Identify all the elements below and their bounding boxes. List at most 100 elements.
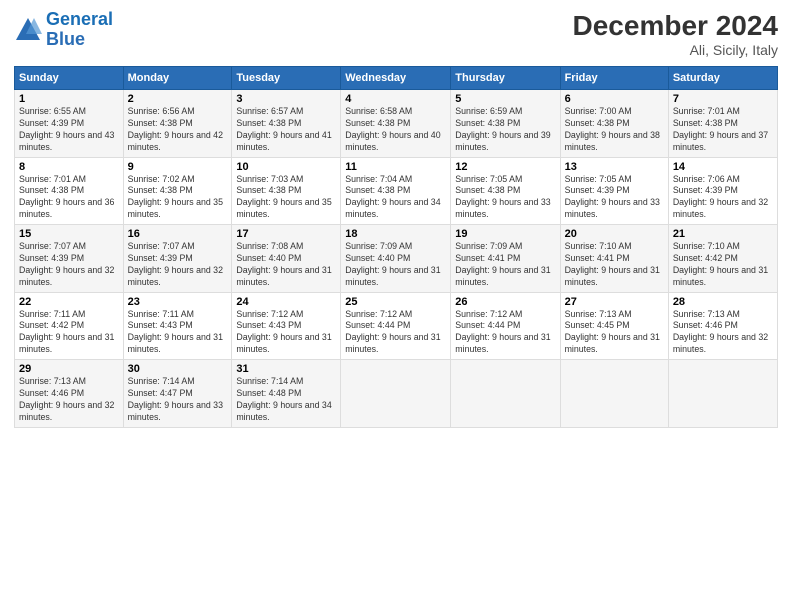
sunset-label: Sunset: 4:38 PM — [128, 185, 193, 195]
sunset-label: Sunset: 4:38 PM — [455, 185, 520, 195]
daylight-label: Daylight: 9 hours and 34 minutes. — [236, 400, 331, 422]
day-number: 5 — [455, 93, 555, 105]
daylight-label: Daylight: 9 hours and 39 minutes. — [455, 130, 550, 152]
col-header-saturday: Saturday — [668, 67, 777, 90]
day-number: 31 — [236, 363, 336, 375]
sunset-label: Sunset: 4:39 PM — [19, 253, 84, 263]
calendar-cell: 13 Sunrise: 7:05 AM Sunset: 4:39 PM Dayl… — [560, 157, 668, 225]
sunset-label: Sunset: 4:38 PM — [345, 118, 410, 128]
sunrise-label: Sunrise: 6:59 AM — [455, 106, 522, 116]
calendar-cell: 31 Sunrise: 7:14 AM Sunset: 4:48 PM Dayl… — [232, 360, 341, 428]
day-info: Sunrise: 7:12 AM Sunset: 4:43 PM Dayligh… — [236, 309, 336, 357]
calendar-cell: 7 Sunrise: 7:01 AM Sunset: 4:38 PM Dayli… — [668, 90, 777, 158]
calendar-cell: 1 Sunrise: 6:55 AM Sunset: 4:39 PM Dayli… — [15, 90, 124, 158]
calendar-cell — [560, 360, 668, 428]
calendar-cell: 26 Sunrise: 7:12 AM Sunset: 4:44 PM Dayl… — [451, 292, 560, 360]
day-number: 19 — [455, 228, 555, 240]
sunset-label: Sunset: 4:41 PM — [565, 253, 630, 263]
page: General Blue December 2024 Ali, Sicily, … — [0, 0, 792, 612]
day-number: 28 — [673, 296, 773, 308]
sunset-label: Sunset: 4:48 PM — [236, 388, 301, 398]
sunrise-label: Sunrise: 7:08 AM — [236, 241, 303, 251]
calendar-cell: 21 Sunrise: 7:10 AM Sunset: 4:42 PM Dayl… — [668, 225, 777, 293]
logo-icon — [14, 16, 42, 44]
day-info: Sunrise: 7:14 AM Sunset: 4:48 PM Dayligh… — [236, 376, 336, 424]
sunrise-label: Sunrise: 7:11 AM — [19, 309, 85, 319]
daylight-label: Daylight: 9 hours and 42 minutes. — [128, 130, 223, 152]
sunrise-label: Sunrise: 7:11 AM — [128, 309, 194, 319]
daylight-label: Daylight: 9 hours and 32 minutes. — [19, 400, 114, 422]
sunset-label: Sunset: 4:40 PM — [236, 253, 301, 263]
col-header-sunday: Sunday — [15, 67, 124, 90]
sunrise-label: Sunrise: 7:12 AM — [345, 309, 412, 319]
sunrise-label: Sunrise: 7:14 AM — [128, 376, 195, 386]
sunrise-label: Sunrise: 6:56 AM — [128, 106, 195, 116]
daylight-label: Daylight: 9 hours and 32 minutes. — [673, 197, 768, 219]
sunset-label: Sunset: 4:43 PM — [236, 320, 301, 330]
calendar-cell — [341, 360, 451, 428]
col-header-monday: Monday — [123, 67, 232, 90]
title-area: December 2024 Ali, Sicily, Italy — [573, 10, 778, 58]
sunset-label: Sunset: 4:38 PM — [455, 118, 520, 128]
sunset-label: Sunset: 4:40 PM — [345, 253, 410, 263]
day-info: Sunrise: 7:11 AM Sunset: 4:42 PM Dayligh… — [19, 309, 119, 357]
day-info: Sunrise: 7:05 AM Sunset: 4:39 PM Dayligh… — [565, 174, 664, 222]
day-info: Sunrise: 7:06 AM Sunset: 4:39 PM Dayligh… — [673, 174, 773, 222]
calendar-cell: 29 Sunrise: 7:13 AM Sunset: 4:46 PM Dayl… — [15, 360, 124, 428]
logo-line1: General — [46, 9, 113, 29]
day-number: 18 — [345, 228, 446, 240]
day-number: 15 — [19, 228, 119, 240]
day-number: 29 — [19, 363, 119, 375]
day-info: Sunrise: 7:01 AM Sunset: 4:38 PM Dayligh… — [673, 106, 773, 154]
day-number: 14 — [673, 161, 773, 173]
daylight-label: Daylight: 9 hours and 31 minutes. — [236, 265, 331, 287]
calendar-cell — [668, 360, 777, 428]
day-number: 21 — [673, 228, 773, 240]
sunrise-label: Sunrise: 7:07 AM — [19, 241, 86, 251]
day-info: Sunrise: 7:12 AM Sunset: 4:44 PM Dayligh… — [345, 309, 446, 357]
day-number: 20 — [565, 228, 664, 240]
sunrise-label: Sunrise: 7:02 AM — [128, 174, 195, 184]
sunrise-label: Sunrise: 7:03 AM — [236, 174, 303, 184]
week-row-2: 8 Sunrise: 7:01 AM Sunset: 4:38 PM Dayli… — [15, 157, 778, 225]
sunset-label: Sunset: 4:41 PM — [455, 253, 520, 263]
day-info: Sunrise: 6:58 AM Sunset: 4:38 PM Dayligh… — [345, 106, 446, 154]
day-info: Sunrise: 6:56 AM Sunset: 4:38 PM Dayligh… — [128, 106, 228, 154]
day-info: Sunrise: 6:57 AM Sunset: 4:38 PM Dayligh… — [236, 106, 336, 154]
calendar-cell: 15 Sunrise: 7:07 AM Sunset: 4:39 PM Dayl… — [15, 225, 124, 293]
sunrise-label: Sunrise: 7:09 AM — [455, 241, 522, 251]
daylight-label: Daylight: 9 hours and 38 minutes. — [565, 130, 660, 152]
col-header-thursday: Thursday — [451, 67, 560, 90]
day-number: 9 — [128, 161, 228, 173]
day-number: 8 — [19, 161, 119, 173]
daylight-label: Daylight: 9 hours and 34 minutes. — [345, 197, 440, 219]
daylight-label: Daylight: 9 hours and 37 minutes. — [673, 130, 768, 152]
calendar-cell: 17 Sunrise: 7:08 AM Sunset: 4:40 PM Dayl… — [232, 225, 341, 293]
col-header-friday: Friday — [560, 67, 668, 90]
day-number: 17 — [236, 228, 336, 240]
sunset-label: Sunset: 4:44 PM — [345, 320, 410, 330]
daylight-label: Daylight: 9 hours and 33 minutes. — [455, 197, 550, 219]
week-row-3: 15 Sunrise: 7:07 AM Sunset: 4:39 PM Dayl… — [15, 225, 778, 293]
day-info: Sunrise: 7:04 AM Sunset: 4:38 PM Dayligh… — [345, 174, 446, 222]
day-info: Sunrise: 7:07 AM Sunset: 4:39 PM Dayligh… — [19, 241, 119, 289]
day-number: 27 — [565, 296, 664, 308]
day-info: Sunrise: 7:13 AM Sunset: 4:46 PM Dayligh… — [673, 309, 773, 357]
col-header-wednesday: Wednesday — [341, 67, 451, 90]
daylight-label: Daylight: 9 hours and 31 minutes. — [455, 265, 550, 287]
day-info: Sunrise: 7:12 AM Sunset: 4:44 PM Dayligh… — [455, 309, 555, 357]
daylight-label: Daylight: 9 hours and 31 minutes. — [345, 265, 440, 287]
day-info: Sunrise: 7:08 AM Sunset: 4:40 PM Dayligh… — [236, 241, 336, 289]
sunset-label: Sunset: 4:46 PM — [19, 388, 84, 398]
calendar-cell: 6 Sunrise: 7:00 AM Sunset: 4:38 PM Dayli… — [560, 90, 668, 158]
sunrise-label: Sunrise: 7:10 AM — [565, 241, 632, 251]
week-row-5: 29 Sunrise: 7:13 AM Sunset: 4:46 PM Dayl… — [15, 360, 778, 428]
daylight-label: Daylight: 9 hours and 31 minutes. — [565, 332, 660, 354]
week-row-1: 1 Sunrise: 6:55 AM Sunset: 4:39 PM Dayli… — [15, 90, 778, 158]
day-number: 11 — [345, 161, 446, 173]
sunset-label: Sunset: 4:38 PM — [236, 118, 301, 128]
daylight-label: Daylight: 9 hours and 35 minutes. — [236, 197, 331, 219]
day-number: 25 — [345, 296, 446, 308]
sunrise-label: Sunrise: 7:12 AM — [455, 309, 522, 319]
sunrise-label: Sunrise: 7:07 AM — [128, 241, 195, 251]
